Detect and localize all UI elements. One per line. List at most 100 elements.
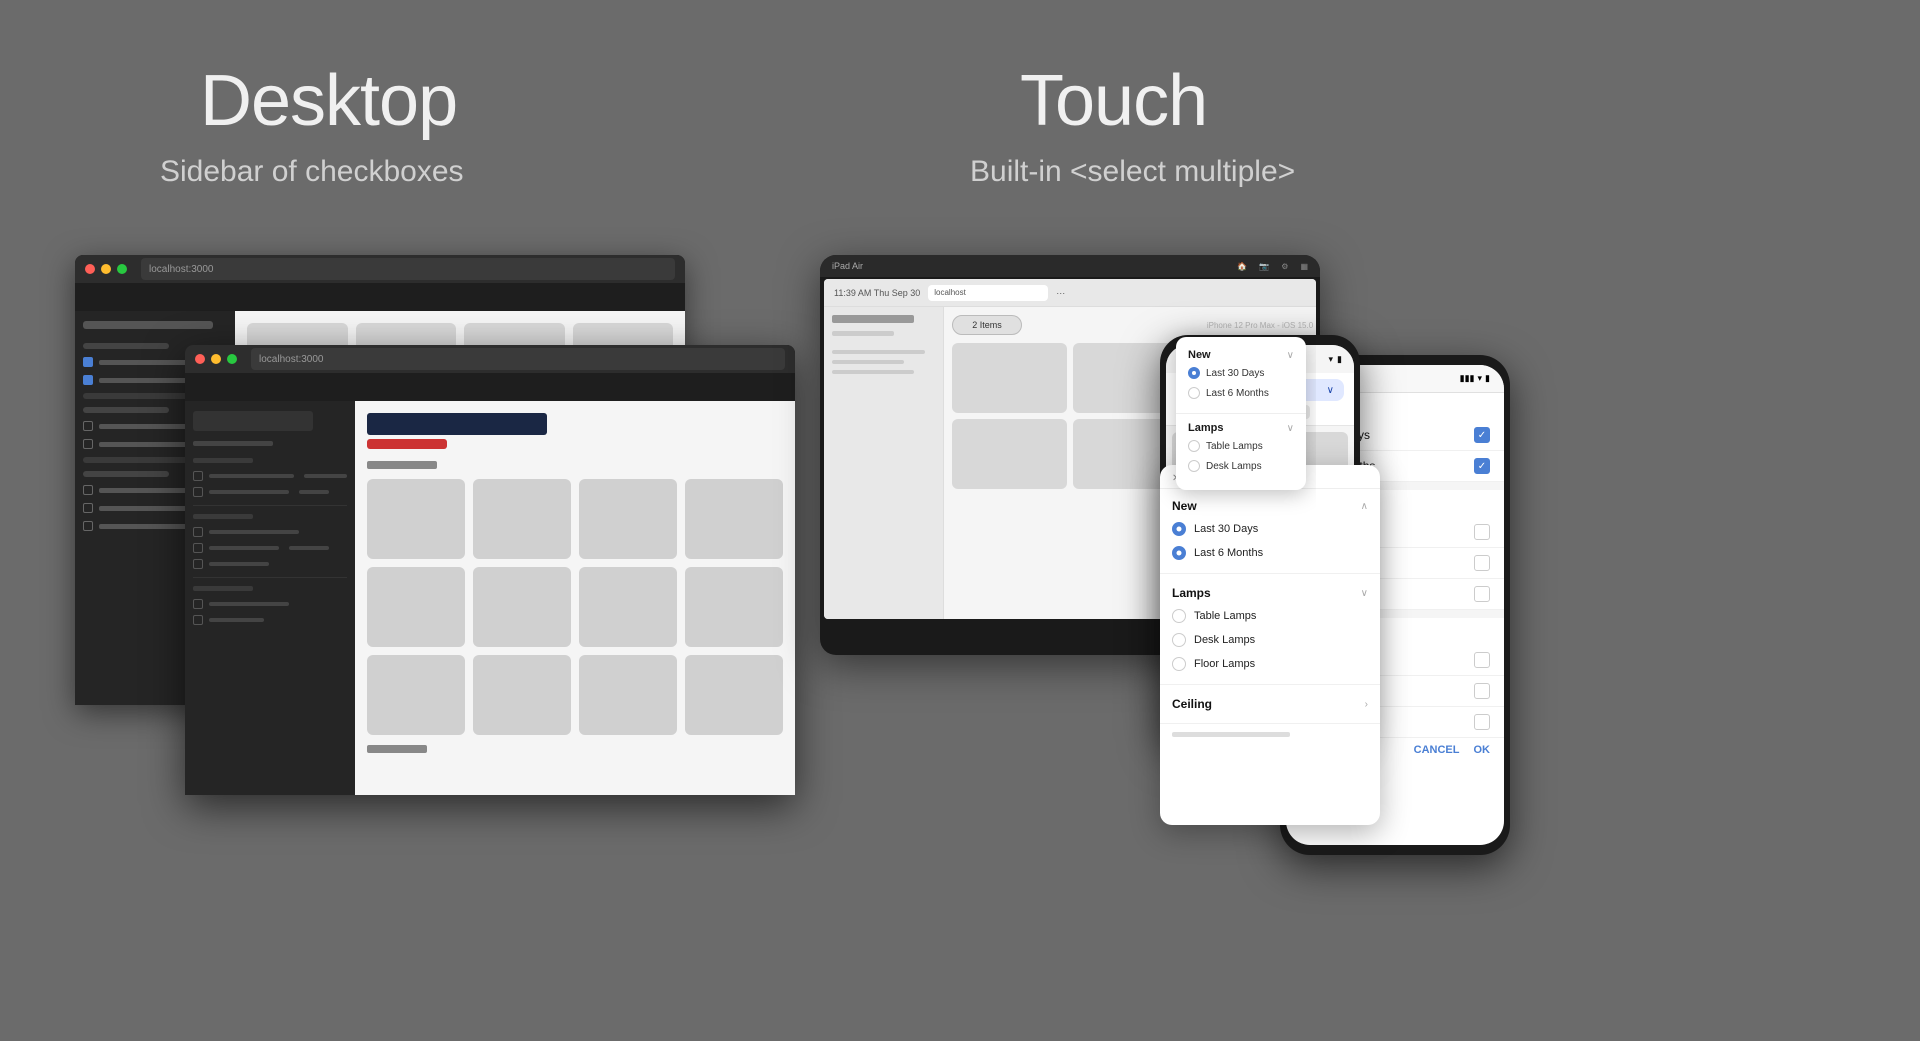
ipad-dd-label-desklamps: Desk Lamps xyxy=(1206,461,1262,472)
ipad-filter-count: 2 Items xyxy=(972,320,1002,330)
android-checkbox-chandeliers[interactable] xyxy=(1474,652,1490,668)
front-check-line-5 xyxy=(209,562,269,566)
front-card-2 xyxy=(473,479,571,559)
front-content-section-2 xyxy=(367,745,427,753)
ipad-dd-header-lamps: Lamps ∨ xyxy=(1188,422,1294,434)
ipad-dd-item-tablelamps[interactable]: Table Lamps xyxy=(1188,438,1294,454)
front-content xyxy=(355,401,795,795)
iphone-device-label: iPhone 12 Pro Max - iOS 15.0 xyxy=(1207,321,1313,330)
front-check-row-7 xyxy=(193,615,347,625)
front-check-line-1 xyxy=(209,474,294,478)
front-checkbox-7[interactable] xyxy=(193,615,203,625)
radio-last6m[interactable] xyxy=(1188,387,1200,399)
front-check-row-2 xyxy=(193,487,347,497)
select-divider-1 xyxy=(1160,573,1380,574)
back-checkbox-4[interactable] xyxy=(83,439,93,449)
ipad-dd-label-new: New xyxy=(1188,349,1211,361)
ipad-dd-item-desklamps[interactable]: Desk Lamps xyxy=(1188,458,1294,474)
radio-desklamps[interactable] xyxy=(1188,460,1200,472)
select-item-floorlamps[interactable]: Floor Lamps xyxy=(1160,652,1380,676)
front-check-line-1b xyxy=(304,474,347,478)
android-checkbox-desklamps[interactable] xyxy=(1474,555,1490,571)
front-content-subtitle-bar xyxy=(367,439,447,449)
select-radio-last30[interactable] xyxy=(1172,522,1186,536)
iphone-status-icons: ▾ ▮ xyxy=(1329,354,1342,365)
ipad-dd-label-last6m: Last 6 Months xyxy=(1206,388,1269,399)
front-check-line-6 xyxy=(209,602,289,606)
select-radio-last6m[interactable] xyxy=(1172,546,1186,560)
select-item-tablelamps[interactable]: Table Lamps xyxy=(1160,604,1380,628)
front-minimize-dot[interactable] xyxy=(211,354,221,364)
select-section-new-label: New xyxy=(1172,499,1197,513)
front-card-6 xyxy=(473,567,571,647)
android-checkbox-last6months[interactable]: ✓ xyxy=(1474,458,1490,474)
ipad-filter-badge[interactable]: 2 Items xyxy=(952,315,1022,335)
front-checkbox-1[interactable] xyxy=(193,471,203,481)
front-content-title-bar xyxy=(367,413,547,435)
select-radio-desklamps[interactable] xyxy=(1172,633,1186,647)
ipad-card-4 xyxy=(952,419,1067,489)
radio-tablelamps[interactable] xyxy=(1188,440,1200,452)
select-item-tablelamps-label: Table Lamps xyxy=(1194,610,1256,622)
ipad-left-panel xyxy=(824,307,944,619)
select-item-last6m[interactable]: Last 6 Months xyxy=(1160,541,1380,565)
chevron-down-icon-lamps2: ∨ xyxy=(1361,588,1368,599)
back-checkbox-6[interactable] xyxy=(83,503,93,513)
back-checkbox-5[interactable] xyxy=(83,485,93,495)
back-checkbox-1[interactable] xyxy=(83,357,93,367)
minimize-dot[interactable] xyxy=(101,264,111,274)
android-ok-button[interactable]: OK xyxy=(1474,744,1491,756)
android-checkbox-last30days[interactable]: ✓ xyxy=(1474,427,1490,443)
close-dot[interactable] xyxy=(85,264,95,274)
android-cancel-button[interactable]: CANCEL xyxy=(1414,744,1460,756)
front-card-5 xyxy=(367,567,465,647)
front-content-grid xyxy=(367,479,783,735)
ipad-dd-item-last6m[interactable]: Last 6 Months xyxy=(1188,385,1294,401)
select-item-last30[interactable]: Last 30 Days xyxy=(1160,517,1380,541)
ipad-card-1 xyxy=(952,343,1067,413)
front-section-lamps-label xyxy=(193,514,253,519)
ipad-url-bar[interactable]: localhost xyxy=(928,285,1048,301)
front-checkbox-3[interactable] xyxy=(193,527,203,537)
ipad-dd-item-last30[interactable]: Last 30 Days xyxy=(1188,365,1294,381)
android-checkbox-floorlamps[interactable] xyxy=(1474,586,1490,602)
back-checkbox-7[interactable] xyxy=(83,521,93,531)
ipad-url-text: localhost xyxy=(934,288,966,297)
front-card-7 xyxy=(579,567,677,647)
ipad-dd-header-new: New ∨ xyxy=(1188,349,1294,361)
front-checkbox-2[interactable] xyxy=(193,487,203,497)
select-item-desklamps[interactable]: Desk Lamps xyxy=(1160,628,1380,652)
select-section-lamps-header[interactable]: Lamps ∨ xyxy=(1160,582,1380,604)
front-checkbox-5[interactable] xyxy=(193,559,203,569)
android-checkbox-pendant[interactable] xyxy=(1474,683,1490,699)
front-check-line-4b xyxy=(289,546,329,550)
front-card-4 xyxy=(685,479,783,559)
front-check-line-2 xyxy=(209,490,289,494)
back-checkbox-2[interactable] xyxy=(83,375,93,385)
select-item-last30-label: Last 30 Days xyxy=(1194,523,1258,535)
front-check-line-3 xyxy=(209,530,299,534)
maximize-dot[interactable] xyxy=(117,264,127,274)
front-checkbox-6[interactable] xyxy=(193,599,203,609)
front-maximize-dot[interactable] xyxy=(227,354,237,364)
android-checkbox-flush[interactable] xyxy=(1474,714,1490,730)
android-wifi-icon: ▾ xyxy=(1478,373,1483,384)
front-close-dot[interactable] xyxy=(195,354,205,364)
front-card-10 xyxy=(473,655,571,735)
front-card-12 xyxy=(685,655,783,735)
chevron-icon: ∨ xyxy=(1327,385,1334,396)
android-checkbox-tablelamps[interactable] xyxy=(1474,524,1490,540)
select-section-new-header[interactable]: New ∧ xyxy=(1160,495,1380,517)
select-radio-tablelamps[interactable] xyxy=(1172,609,1186,623)
chevron-down-icon: ∨ xyxy=(1287,350,1294,361)
select-radio-floorlamps[interactable] xyxy=(1172,657,1186,671)
front-checkbox-4[interactable] xyxy=(193,543,203,553)
ipad-dd-section-lamps: Lamps ∨ Table Lamps Desk Lamps xyxy=(1176,418,1306,482)
battery-icon: ▮ xyxy=(1337,354,1342,365)
android-status-icons: ▮▮▮ ▾ ▮ xyxy=(1460,373,1490,384)
front-check-row-6 xyxy=(193,599,347,609)
radio-last30[interactable] xyxy=(1188,367,1200,379)
back-checkbox-3[interactable] xyxy=(83,421,93,431)
chevron-up-icon: ∧ xyxy=(1361,501,1368,512)
select-section-ceiling-header[interactable]: Ceiling › xyxy=(1160,693,1380,715)
